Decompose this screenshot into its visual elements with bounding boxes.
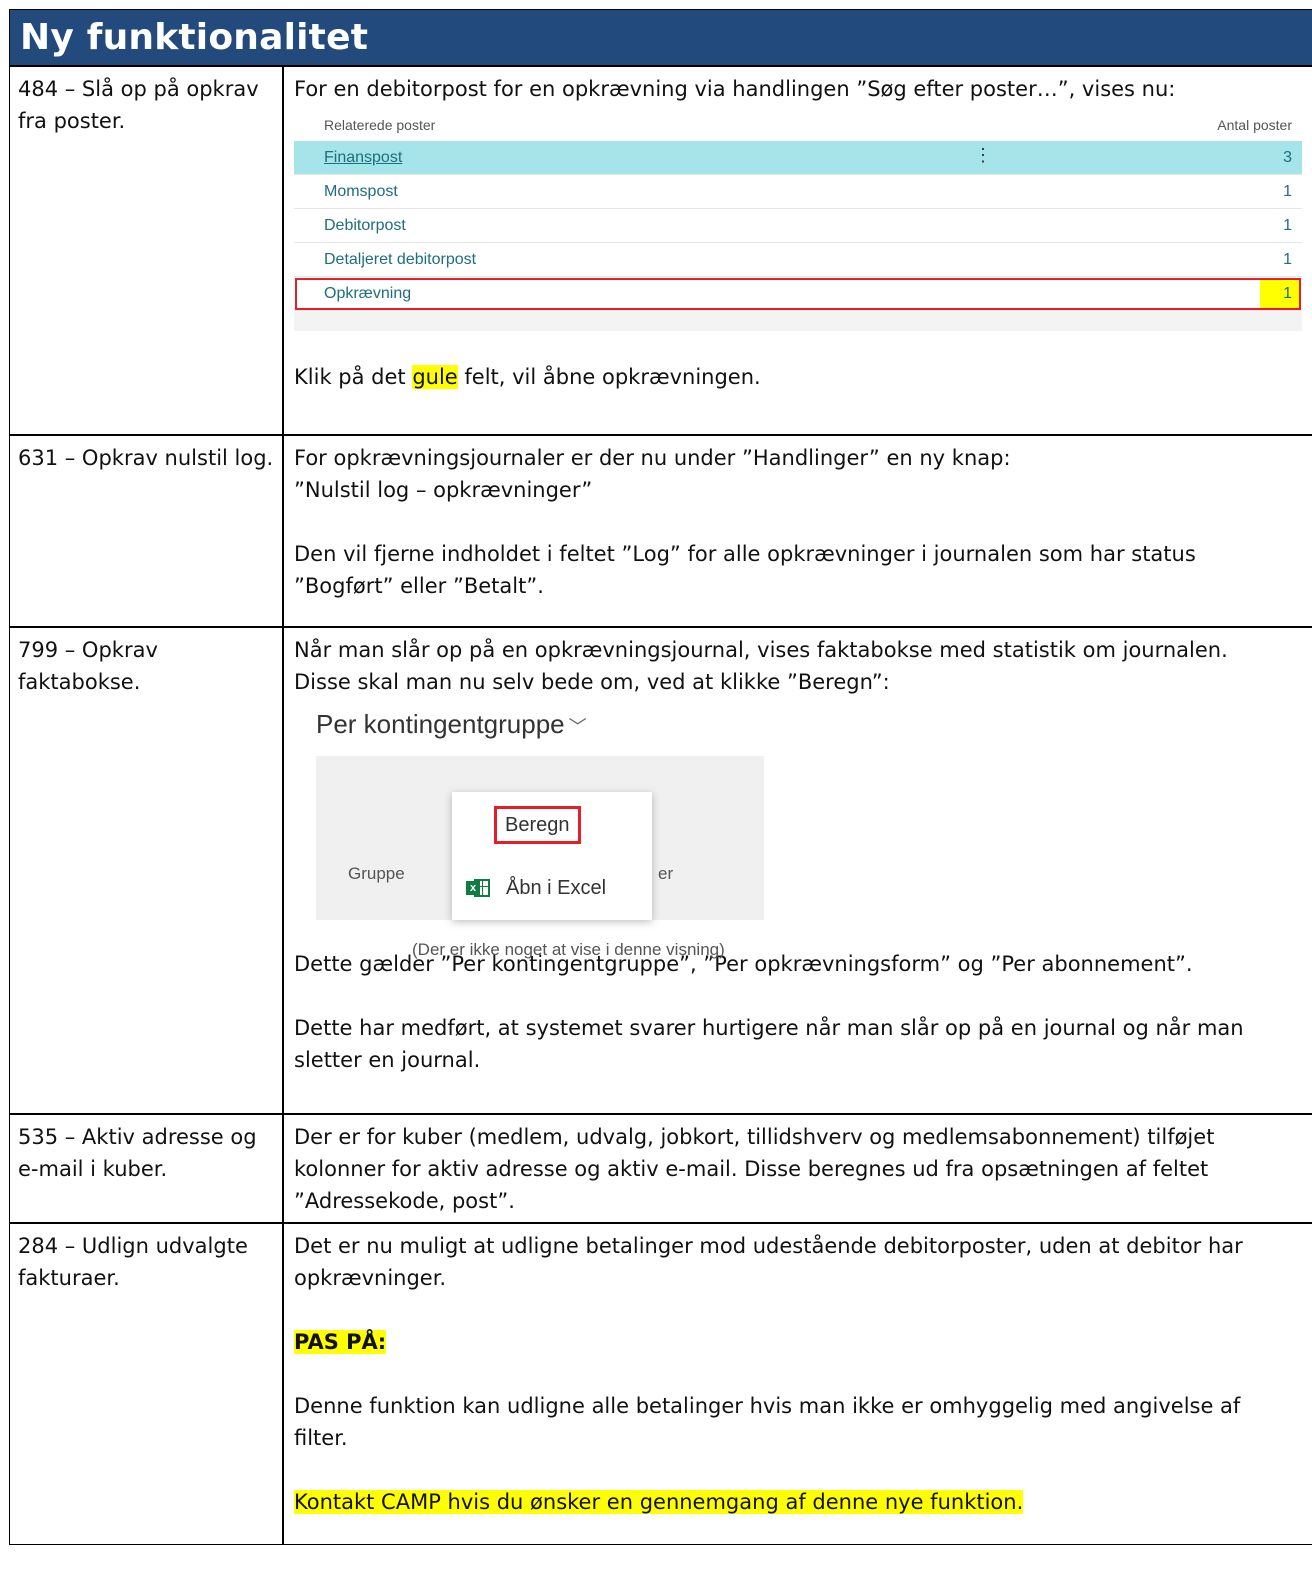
list-item[interactable]: Momspost 1 <box>294 175 1302 209</box>
row-description: Det er nu muligt at udligne betalinger m… <box>282 1224 1312 1544</box>
col-header-count: Antal poster <box>1217 117 1292 133</box>
row-text: opkrævninger. <box>294 1266 447 1290</box>
related-entries-list: Relaterede poster Antal poster Finanspos… <box>294 109 1302 331</box>
row-id: 631 – Opkrav nulstil log. <box>18 446 274 470</box>
row-text: Der er for kuber (medlem, udvalg, jobkor… <box>294 1125 1215 1149</box>
row-id: 484 – Slå op på opkrav fra poster. <box>18 77 259 133</box>
more-options-icon[interactable]: ⋮ <box>974 145 992 165</box>
row-text: Denne funktion kan udligne alle betaling… <box>294 1394 1241 1418</box>
entry-name[interactable]: Opkrævning <box>324 278 411 310</box>
factbox-title[interactable]: Per kontingentgruppe ﹀ <box>316 708 587 743</box>
entry-count[interactable]: 1 <box>1283 244 1292 276</box>
entry-name[interactable]: Detaljeret debitorpost <box>324 244 476 276</box>
row-text: Når man slår op på en opkrævningsjournal… <box>294 638 1228 662</box>
row-text: sletter en journal. <box>294 1048 481 1072</box>
row-799: 799 – Opkrav faktabokse. Når man slår op… <box>10 628 1312 1115</box>
entry-count[interactable]: 3 <box>1283 142 1292 174</box>
row-text: filter. <box>294 1426 348 1450</box>
row-text: kolonner for aktiv adresse og aktiv e-ma… <box>294 1157 1209 1181</box>
entry-name[interactable]: Debitorpost <box>324 210 406 242</box>
row-631: 631 – Opkrav nulstil log. For opkrævning… <box>10 436 1312 628</box>
related-entries-header: Relaterede poster Antal poster <box>294 109 1302 141</box>
context-menu: Beregn x Åbn i Excel <box>452 792 652 920</box>
entry-name[interactable]: Finanspost <box>324 142 402 174</box>
row-text: For opkrævningsjournaler er der nu under… <box>294 446 1011 470</box>
factbox-title-text[interactable]: Per kontingentgruppe <box>316 709 565 739</box>
open-in-excel-menu-item[interactable]: x Åbn i Excel <box>466 872 606 904</box>
list-footer <box>294 311 1302 331</box>
row-description: Når man slår op på en opkrævningsjournal… <box>282 628 1312 1113</box>
factbox-panel: Gruppe er (Der er ikke noget at vise i d… <box>316 756 764 959</box>
list-item[interactable]: Detaljeret debitorpost 1 <box>294 243 1302 277</box>
list-item[interactable]: Debitorpost 1 <box>294 209 1302 243</box>
row-text: Klik på det gule felt, vil åbne opkrævni… <box>294 361 1312 393</box>
text-fragment: felt, vil åbne opkrævningen. <box>457 365 761 389</box>
row-text: Disse skal man nu selv bede om, ved at k… <box>294 670 890 694</box>
row-id: 535 – Aktiv adresse og e-mail i kuber. <box>18 1125 257 1181</box>
entry-name[interactable]: Momspost <box>324 176 398 208</box>
excel-icon: x <box>466 877 490 899</box>
row-text: Det er nu muligt at udligne betalinger m… <box>294 1234 1243 1258</box>
row-id: 284 – Udlign udvalgte fakturaer. <box>18 1234 248 1290</box>
list-item[interactable]: Finanspost ⋮ 3 <box>294 141 1302 175</box>
row-text: For en debitorpost for en opkrævning via… <box>294 77 1176 101</box>
list-item-highlighted[interactable]: Opkrævning 1 <box>294 277 1302 311</box>
entry-count[interactable]: 1 <box>1283 210 1292 242</box>
header-bar: Ny funktionalitet <box>10 10 1312 67</box>
row-description: For opkrævningsjournaler er der nu under… <box>282 436 1312 626</box>
row-id: 799 – Opkrav faktabokse. <box>18 638 158 694</box>
document-table: Ny funktionalitet 484 – Slå op på opkrav… <box>9 9 1312 1545</box>
contact-note: Kontakt CAMP hvis du ønsker en gennemgan… <box>294 1490 1024 1514</box>
gruppe-label: Gruppe <box>348 864 405 883</box>
row-text: ”Bogført” eller ”Betalt”. <box>294 574 544 598</box>
entry-count[interactable]: 1 <box>1260 278 1300 309</box>
warning-label: PAS PÅ: <box>294 1330 387 1354</box>
text-fragment: Klik på det <box>294 365 413 389</box>
row-535: 535 – Aktiv adresse og e-mail i kuber. D… <box>10 1115 1312 1224</box>
chevron-down-icon[interactable]: ﹀ <box>569 717 587 737</box>
open-in-excel-label[interactable]: Åbn i Excel <box>506 872 606 904</box>
beregn-menu-item[interactable]: Beregn <box>494 806 581 844</box>
row-484: 484 – Slå op på opkrav fra poster. For e… <box>10 67 1312 436</box>
row-text: Dette har medført, at systemet svarer hu… <box>294 1016 1244 1040</box>
row-text: ”Nulstil log – opkrævninger” <box>294 478 593 502</box>
row-284: 284 – Udlign udvalgte fakturaer. Det er … <box>10 1224 1312 1544</box>
factbox-screenshot: Per kontingentgruppe ﹀ Gruppe er (Der er … <box>294 708 1312 959</box>
row-text: ”Adressekode, post”. <box>294 1189 515 1213</box>
row-description: Der er for kuber (medlem, udvalg, jobkor… <box>282 1115 1312 1222</box>
empty-state-text: (Der er ikke noget at vise i denne visni… <box>412 940 725 959</box>
page-title: Ny funktionalitet <box>20 17 369 58</box>
column-label-partial: er <box>658 864 674 883</box>
col-header-name: Relaterede poster <box>324 117 436 133</box>
row-description: For en debitorpost for en opkrævning via… <box>282 67 1312 434</box>
entry-count[interactable]: 1 <box>1283 176 1292 208</box>
highlighted-text: gule <box>412 365 458 389</box>
row-text: Den vil fjerne indholdet i feltet ”Log” … <box>294 542 1196 566</box>
